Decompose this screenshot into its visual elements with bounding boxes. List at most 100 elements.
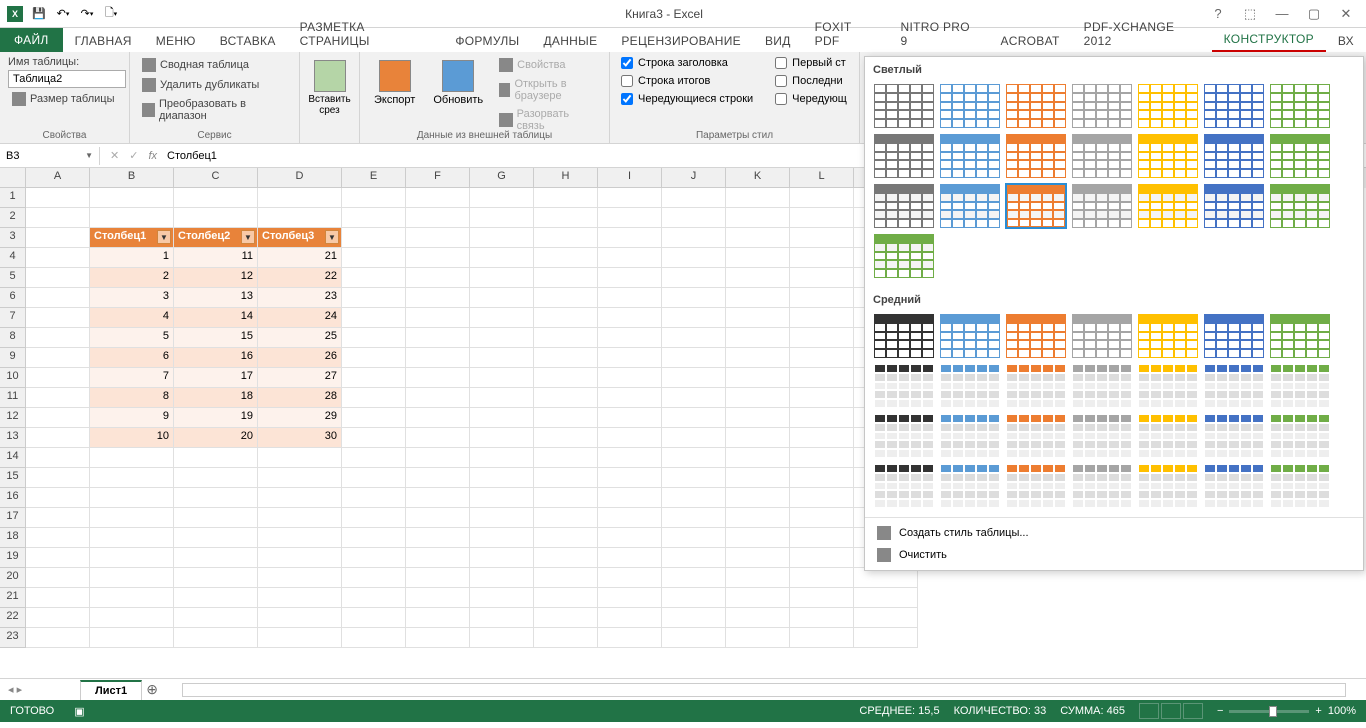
cell[interactable] — [90, 488, 174, 508]
cell[interactable] — [662, 548, 726, 568]
col-header[interactable]: F — [406, 168, 470, 188]
col-header[interactable]: L — [790, 168, 854, 188]
cell[interactable] — [26, 368, 90, 388]
cell[interactable] — [470, 328, 534, 348]
cell[interactable] — [790, 628, 854, 648]
cell[interactable] — [342, 468, 406, 488]
convert-button[interactable]: Преобразовать в диапазон — [138, 96, 291, 124]
cell[interactable] — [662, 368, 726, 388]
cell[interactable] — [662, 388, 726, 408]
cell[interactable] — [470, 608, 534, 628]
cell[interactable] — [470, 428, 534, 448]
cell[interactable] — [598, 348, 662, 368]
cell[interactable] — [26, 468, 90, 488]
cell[interactable] — [470, 268, 534, 288]
cell[interactable] — [342, 448, 406, 468]
table-style-option[interactable] — [1137, 363, 1199, 409]
cancel-icon[interactable]: ✕ — [110, 149, 119, 162]
cell[interactable] — [258, 468, 342, 488]
cell[interactable] — [534, 348, 598, 368]
cell[interactable] — [26, 628, 90, 648]
cell[interactable]: 19 — [174, 408, 258, 428]
add-sheet-button[interactable]: ⊕ — [142, 681, 162, 698]
cell[interactable] — [258, 588, 342, 608]
cell[interactable] — [470, 188, 534, 208]
cell[interactable] — [406, 488, 470, 508]
maximize-icon[interactable]: ▢ — [1302, 4, 1326, 24]
cell[interactable] — [470, 588, 534, 608]
cell[interactable] — [470, 568, 534, 588]
cell[interactable] — [342, 388, 406, 408]
last-col-checkbox[interactable]: Последни — [772, 74, 850, 88]
cell[interactable]: 24 — [258, 308, 342, 328]
cell[interactable] — [726, 308, 790, 328]
cell[interactable] — [534, 448, 598, 468]
row-header[interactable]: 16 — [0, 488, 26, 508]
row-header[interactable]: 6 — [0, 288, 26, 308]
cell[interactable]: 5 — [90, 328, 174, 348]
cell[interactable] — [406, 268, 470, 288]
cell[interactable]: Столбец1▼ — [90, 228, 174, 248]
table-style-option[interactable] — [1071, 183, 1133, 229]
table-style-option[interactable] — [1005, 133, 1067, 179]
row-header[interactable]: 10 — [0, 368, 26, 388]
row-header[interactable]: 23 — [0, 628, 26, 648]
cell[interactable] — [406, 348, 470, 368]
select-all-corner[interactable] — [0, 168, 26, 188]
cell[interactable] — [726, 328, 790, 348]
cell[interactable] — [790, 528, 854, 548]
table-styles-gallery[interactable]: Светлый Средний Создать стиль таблицы...… — [864, 56, 1364, 571]
table-style-option[interactable] — [1071, 313, 1133, 359]
cell[interactable] — [598, 288, 662, 308]
name-box[interactable]: B3▼ — [0, 147, 100, 165]
filter-dropdown-icon[interactable]: ▼ — [325, 230, 339, 244]
cell[interactable] — [662, 248, 726, 268]
cell[interactable] — [598, 428, 662, 448]
row-header[interactable]: 19 — [0, 548, 26, 568]
cell[interactable] — [790, 308, 854, 328]
cell[interactable] — [854, 588, 918, 608]
sheet-tab[interactable]: Лист1 — [80, 680, 142, 700]
cell[interactable] — [26, 408, 90, 428]
cell[interactable]: 16 — [174, 348, 258, 368]
cell[interactable] — [406, 548, 470, 568]
cell[interactable] — [26, 308, 90, 328]
cell[interactable] — [726, 468, 790, 488]
cell[interactable] — [470, 448, 534, 468]
cell[interactable]: 9 — [90, 408, 174, 428]
cell[interactable] — [174, 628, 258, 648]
cell[interactable] — [598, 448, 662, 468]
cell[interactable] — [726, 568, 790, 588]
cell[interactable]: 18 — [174, 388, 258, 408]
cell[interactable] — [790, 248, 854, 268]
cell[interactable] — [90, 628, 174, 648]
tab-foxit pdf[interactable]: Foxit PDF — [803, 16, 889, 52]
table-style-option[interactable] — [1269, 463, 1331, 509]
cell[interactable] — [598, 588, 662, 608]
cell[interactable] — [598, 408, 662, 428]
cell[interactable] — [342, 528, 406, 548]
cell[interactable] — [90, 188, 174, 208]
cell[interactable] — [470, 408, 534, 428]
cell[interactable] — [26, 528, 90, 548]
cell[interactable] — [534, 628, 598, 648]
cell[interactable] — [662, 608, 726, 628]
cell[interactable] — [258, 528, 342, 548]
resize-table-button[interactable]: Размер таблицы — [8, 90, 121, 108]
cell[interactable]: 3 — [90, 288, 174, 308]
cell[interactable] — [406, 408, 470, 428]
row-header[interactable]: 18 — [0, 528, 26, 548]
cell[interactable] — [406, 428, 470, 448]
cell[interactable] — [174, 548, 258, 568]
cell[interactable]: 20 — [174, 428, 258, 448]
row-header[interactable]: 11 — [0, 388, 26, 408]
cell[interactable] — [470, 308, 534, 328]
pivot-button[interactable]: Сводная таблица — [138, 56, 291, 74]
cell[interactable] — [26, 588, 90, 608]
cell[interactable] — [598, 388, 662, 408]
cell[interactable] — [662, 408, 726, 428]
cell[interactable] — [598, 368, 662, 388]
cell[interactable] — [662, 448, 726, 468]
col-header[interactable]: K — [726, 168, 790, 188]
cell[interactable] — [790, 428, 854, 448]
